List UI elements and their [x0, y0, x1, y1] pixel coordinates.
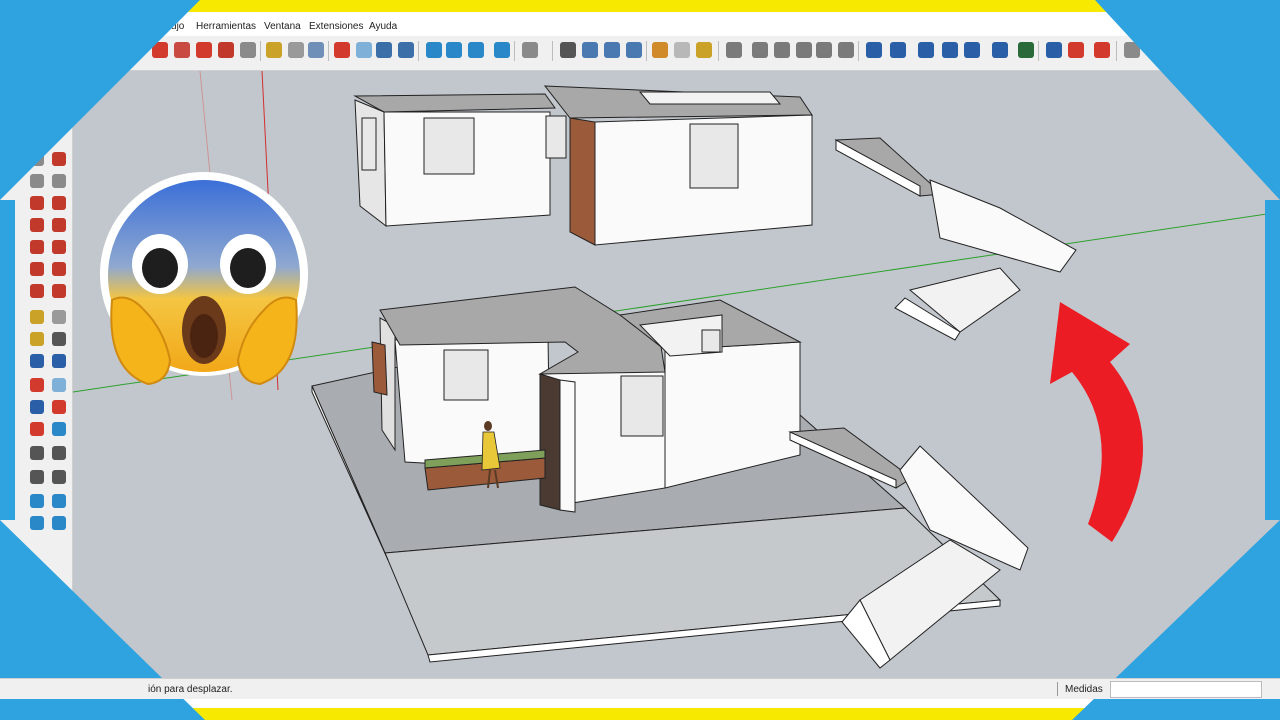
ground-window-2: [620, 375, 664, 437]
screaming-face-emoji-icon: [100, 172, 308, 386]
upper-window-1: [423, 117, 475, 175]
measurements-label: Medidas: [1065, 684, 1103, 695]
measurements-input[interactable]: [1110, 681, 1262, 698]
door-frame: [559, 379, 576, 513]
upper-side-window: [361, 117, 377, 171]
front-door: [539, 373, 561, 511]
courtyard-window: [701, 329, 721, 353]
upper-courtyard: [638, 91, 782, 105]
upper-stair-top: [834, 137, 944, 197]
upper-brick-column: [569, 117, 596, 246]
status-bar: ión para desplazar. Medidas: [0, 678, 1280, 699]
upper-landing: [929, 179, 1077, 273]
person-head: [484, 421, 492, 431]
ground-window-1: [443, 349, 489, 401]
status-separator: [1057, 682, 1058, 696]
upper-window-3: [689, 123, 739, 189]
status-hint-text: ión para desplazar.: [148, 684, 233, 695]
ground-brick: [371, 341, 388, 396]
upper-window-2: [545, 115, 567, 159]
upper-roof-left: [353, 93, 556, 113]
curved-up-arrow-icon: [1050, 302, 1144, 542]
